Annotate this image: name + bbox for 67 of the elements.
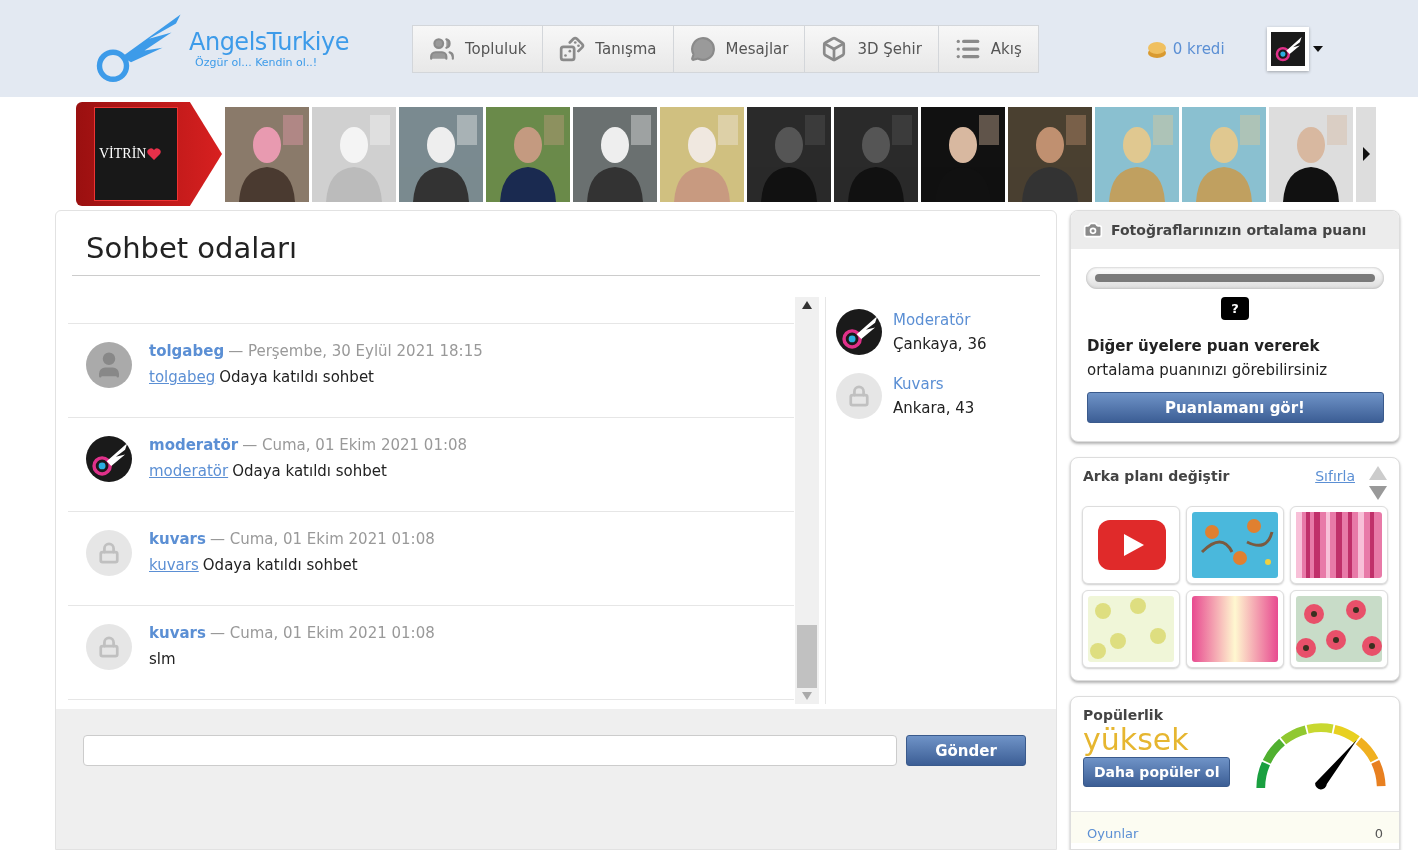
background-option[interactable] bbox=[1186, 506, 1284, 584]
card-title: Popülerlik bbox=[1083, 707, 1164, 723]
profile-menu-button[interactable] bbox=[1266, 26, 1323, 71]
up-arrow-icon bbox=[802, 301, 812, 309]
author-link[interactable]: kuvars bbox=[149, 624, 206, 642]
reset-link[interactable]: Sıfırla bbox=[1315, 468, 1355, 484]
message-input[interactable] bbox=[83, 735, 898, 766]
member-location: Ankara, 43 bbox=[893, 399, 975, 417]
member-avatar[interactable] bbox=[836, 309, 882, 355]
showcase-badge[interactable]: VİTRİN bbox=[76, 102, 222, 206]
background-option[interactable] bbox=[1290, 590, 1388, 668]
card-title: Fotoğraflarınızın ortalama puanı bbox=[1111, 222, 1367, 238]
page-title: Sohbet odaları bbox=[72, 211, 1040, 276]
people-icon bbox=[429, 35, 455, 62]
get-popular-button[interactable]: Daha popüler ol bbox=[1083, 757, 1231, 787]
background-option[interactable] bbox=[1186, 590, 1284, 668]
rating-hint: Diğer üyelere puan vererek ortalama puanınızı görebilirsiniz bbox=[1087, 336, 1329, 381]
next-button[interactable] bbox=[1356, 106, 1376, 202]
message-text: slm bbox=[149, 650, 176, 668]
stat-value: 0 bbox=[1374, 826, 1383, 843]
logo-tagline: Özgür ol... Kendin ol..! bbox=[195, 56, 318, 69]
nav-button[interactable]: Akış bbox=[937, 24, 1039, 73]
right-arrow-icon bbox=[1362, 147, 1370, 161]
dice-icon bbox=[559, 35, 586, 62]
background-option[interactable] bbox=[1082, 506, 1180, 584]
down-arrow-icon bbox=[1369, 486, 1387, 500]
author-link[interactable]: kuvars bbox=[149, 530, 206, 548]
user-link[interactable]: tolgabeg bbox=[149, 368, 216, 386]
down-arrow-icon bbox=[802, 692, 812, 700]
background-option[interactable] bbox=[1290, 506, 1388, 584]
message-text: Odaya katıldı sohbet bbox=[232, 462, 387, 480]
message-date: — Cuma, 01 Ekim 2021 01:08 bbox=[209, 530, 435, 548]
message-date: — Cuma, 01 Ekim 2021 01:08 bbox=[209, 624, 435, 642]
author-link[interactable]: moderatör bbox=[149, 436, 239, 454]
user-link[interactable]: moderatör bbox=[149, 462, 229, 480]
message-text: Odaya katıldı sohbet bbox=[202, 556, 358, 574]
camera-icon bbox=[1083, 220, 1103, 240]
cube-icon bbox=[821, 35, 848, 62]
message-date: — Cuma, 01 Ekim 2021 01:08 bbox=[242, 436, 468, 454]
scrollbar[interactable] bbox=[795, 297, 819, 704]
send-button[interactable]: Gönder bbox=[906, 735, 1026, 766]
nav-button[interactable]: Mesajlar bbox=[672, 24, 805, 73]
up-arrow-icon bbox=[1369, 466, 1387, 480]
user-avatar[interactable] bbox=[86, 436, 132, 482]
speech-bubble-icon bbox=[689, 35, 716, 62]
credits-link[interactable]: 0 kredi bbox=[1146, 38, 1225, 59]
card-title: Arka planı değiştir bbox=[1083, 468, 1231, 484]
showcase-label: VİTRİN bbox=[99, 146, 147, 162]
rating-marker: ? bbox=[1221, 297, 1249, 320]
logo-title[interactable]: AngelsTurkiye bbox=[189, 28, 349, 56]
author-link[interactable]: tolgabeg bbox=[149, 342, 225, 360]
nav-button[interactable]: 3D Şehir bbox=[804, 24, 938, 73]
popularity-value: yüksek bbox=[1083, 723, 1190, 757]
user-link[interactable]: kuvars bbox=[149, 556, 199, 574]
heart-icon bbox=[147, 148, 162, 160]
stat-label[interactable]: Oyunlar bbox=[1087, 826, 1139, 843]
profile-avatar-icon bbox=[1270, 30, 1305, 67]
member-name[interactable]: Moderatör bbox=[893, 311, 987, 329]
message-text: Odaya katıldı sohbet bbox=[219, 368, 374, 386]
nav-button[interactable]: Topluluk bbox=[412, 24, 543, 73]
scrollbar-thumb[interactable] bbox=[797, 625, 817, 688]
caret-icon bbox=[1312, 45, 1323, 52]
member-name[interactable]: Kuvars bbox=[893, 375, 975, 393]
nav-button[interactable]: Tanışma bbox=[542, 24, 673, 73]
message-date: — Perşembe, 30 Eylül 2021 18:15 bbox=[228, 342, 483, 360]
member-location: Çankaya, 36 bbox=[893, 335, 987, 353]
see-rating-button[interactable]: Puanlamanı gör! bbox=[1086, 392, 1384, 423]
